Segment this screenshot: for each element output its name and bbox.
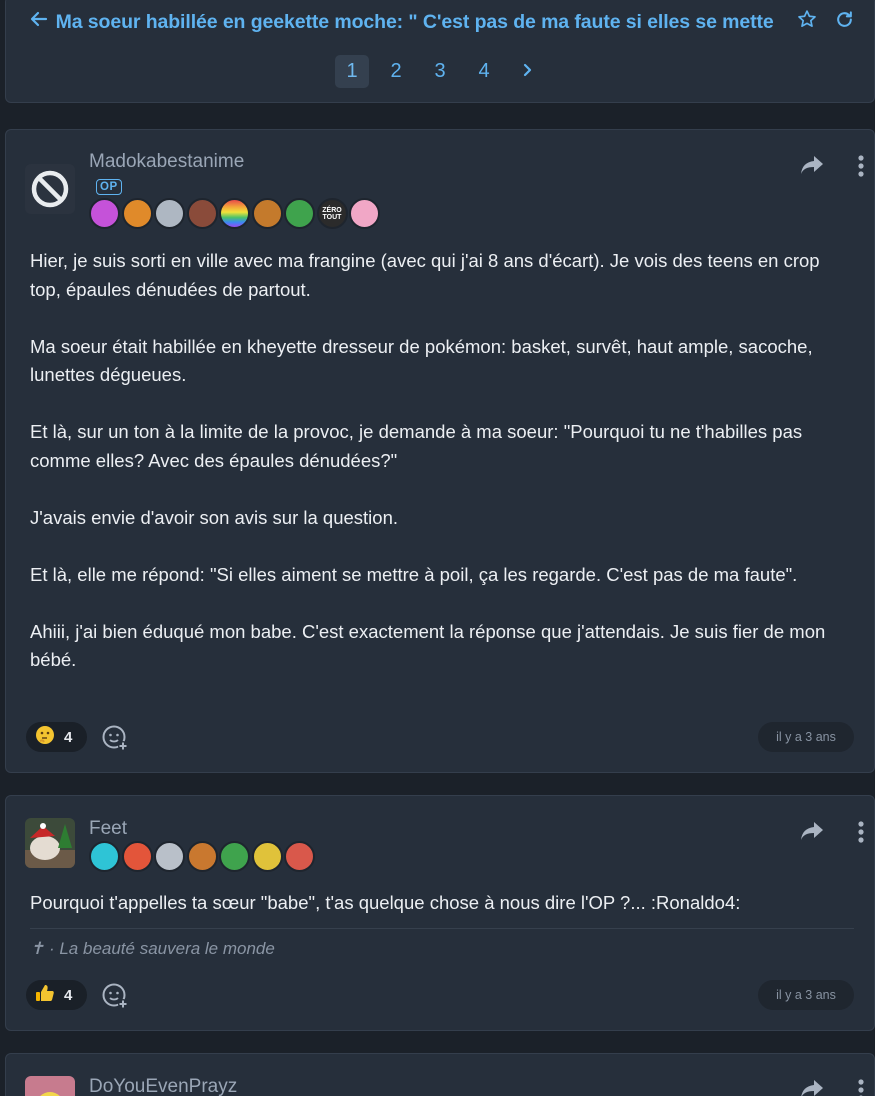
- banned-icon: [25, 164, 75, 214]
- page-1-button[interactable]: 1: [335, 55, 369, 88]
- page-3-button[interactable]: 3: [423, 55, 457, 88]
- avatar[interactable]: [25, 1076, 75, 1096]
- post-paragraph: Ahiii, j'ai bien éduqué mon babe. C'est …: [30, 620, 826, 671]
- badge-icon[interactable]: [186, 198, 218, 229]
- topic-title[interactable]: Ma soeur habillée en geekette moche: " C…: [56, 11, 779, 34]
- badge-zero-tout[interactable]: ZÉRO TOUT: [316, 198, 348, 229]
- post-card: Madokabestanime OP ZÉRO TOUT Hier, je su…: [5, 129, 875, 773]
- page-2-button[interactable]: 2: [379, 55, 413, 88]
- badge-icon[interactable]: [251, 841, 283, 872]
- post-content: Hier, je suis sorti en ville avec ma fra…: [30, 247, 854, 703]
- more-options-icon[interactable]: [858, 1079, 864, 1096]
- pagination: 1 2 3 4: [6, 55, 874, 88]
- op-badge: OP: [96, 179, 122, 195]
- badge-icon[interactable]: [284, 198, 315, 229]
- add-reaction-icon[interactable]: [101, 982, 129, 1015]
- more-options-icon[interactable]: [858, 155, 864, 182]
- post-paragraph: Hier, je suis sorti en ville avec ma fra…: [30, 250, 820, 300]
- post-paragraph: Et là, sur un ton à la limite de la prov…: [30, 421, 803, 471]
- post-author[interactable]: DoYouEvenPrayz: [89, 1076, 237, 1096]
- post-author[interactable]: Madokabestanime: [89, 151, 244, 173]
- post-signature: ✝ · La beauté sauvera le monde: [30, 928, 854, 959]
- post-paragraph: Pourquoi t'appelles ta sœur "babe", t'as…: [30, 892, 741, 913]
- post-timestamp[interactable]: il y a 3 ans: [758, 980, 854, 1010]
- badge-icon[interactable]: [251, 198, 283, 229]
- post-timestamp[interactable]: il y a 3 ans: [758, 722, 854, 752]
- next-page-button[interactable]: [511, 61, 545, 82]
- post-paragraph: Ma soeur était habillée en kheyette dres…: [30, 335, 813, 386]
- post-author[interactable]: Feet: [89, 818, 127, 840]
- post-paragraph: J'avais envie d'avoir son avis sur la qu…: [30, 506, 399, 528]
- thinking-face-icon: [35, 725, 55, 749]
- badge-icon[interactable]: [349, 198, 380, 229]
- post-card: DoYouEvenPrayz: [5, 1053, 875, 1096]
- badge-icon[interactable]: [219, 198, 250, 229]
- post-paragraph: Et là, elle me répond: "Si elles aiment …: [30, 563, 798, 585]
- reaction-button[interactable]: 4: [26, 980, 87, 1010]
- badge-list: ZÉRO TOUT: [89, 198, 380, 229]
- avatar[interactable]: [25, 818, 75, 868]
- badge-list: [89, 841, 315, 872]
- share-icon[interactable]: [800, 821, 824, 846]
- badge-icon[interactable]: [154, 841, 185, 872]
- thumbs-up-icon: [35, 983, 55, 1007]
- refresh-icon[interactable]: [835, 10, 854, 35]
- badge-icon[interactable]: [89, 198, 120, 229]
- badge-icon[interactable]: [121, 198, 153, 229]
- add-reaction-icon[interactable]: [101, 724, 129, 757]
- star-icon[interactable]: [797, 9, 817, 35]
- share-icon[interactable]: [800, 1079, 824, 1096]
- share-icon[interactable]: [800, 155, 824, 180]
- badge-icon[interactable]: [219, 841, 250, 872]
- avatar[interactable]: [25, 164, 75, 214]
- reaction-button[interactable]: 4: [26, 722, 87, 752]
- user-avatar-icon: [25, 1076, 75, 1096]
- badge-icon[interactable]: [186, 841, 218, 872]
- badge-icon[interactable]: [89, 841, 120, 872]
- badge-icon[interactable]: [154, 198, 185, 229]
- statue-avatar-icon: [25, 818, 75, 868]
- topic-header: Ma soeur habillée en geekette moche: " C…: [5, 0, 875, 103]
- page-4-button[interactable]: 4: [467, 55, 501, 88]
- badge-icon[interactable]: [121, 841, 153, 872]
- reaction-count: 4: [64, 728, 73, 746]
- topic-title-row: Ma soeur habillée en geekette moche: " C…: [30, 9, 854, 35]
- badge-icon[interactable]: [284, 841, 315, 872]
- post-card: Feet Pourquoi t'appelles ta sœur "babe",…: [5, 795, 875, 1031]
- more-options-icon[interactable]: [858, 821, 864, 848]
- arrow-left-icon[interactable]: [30, 10, 56, 34]
- reaction-count: 4: [64, 986, 73, 1004]
